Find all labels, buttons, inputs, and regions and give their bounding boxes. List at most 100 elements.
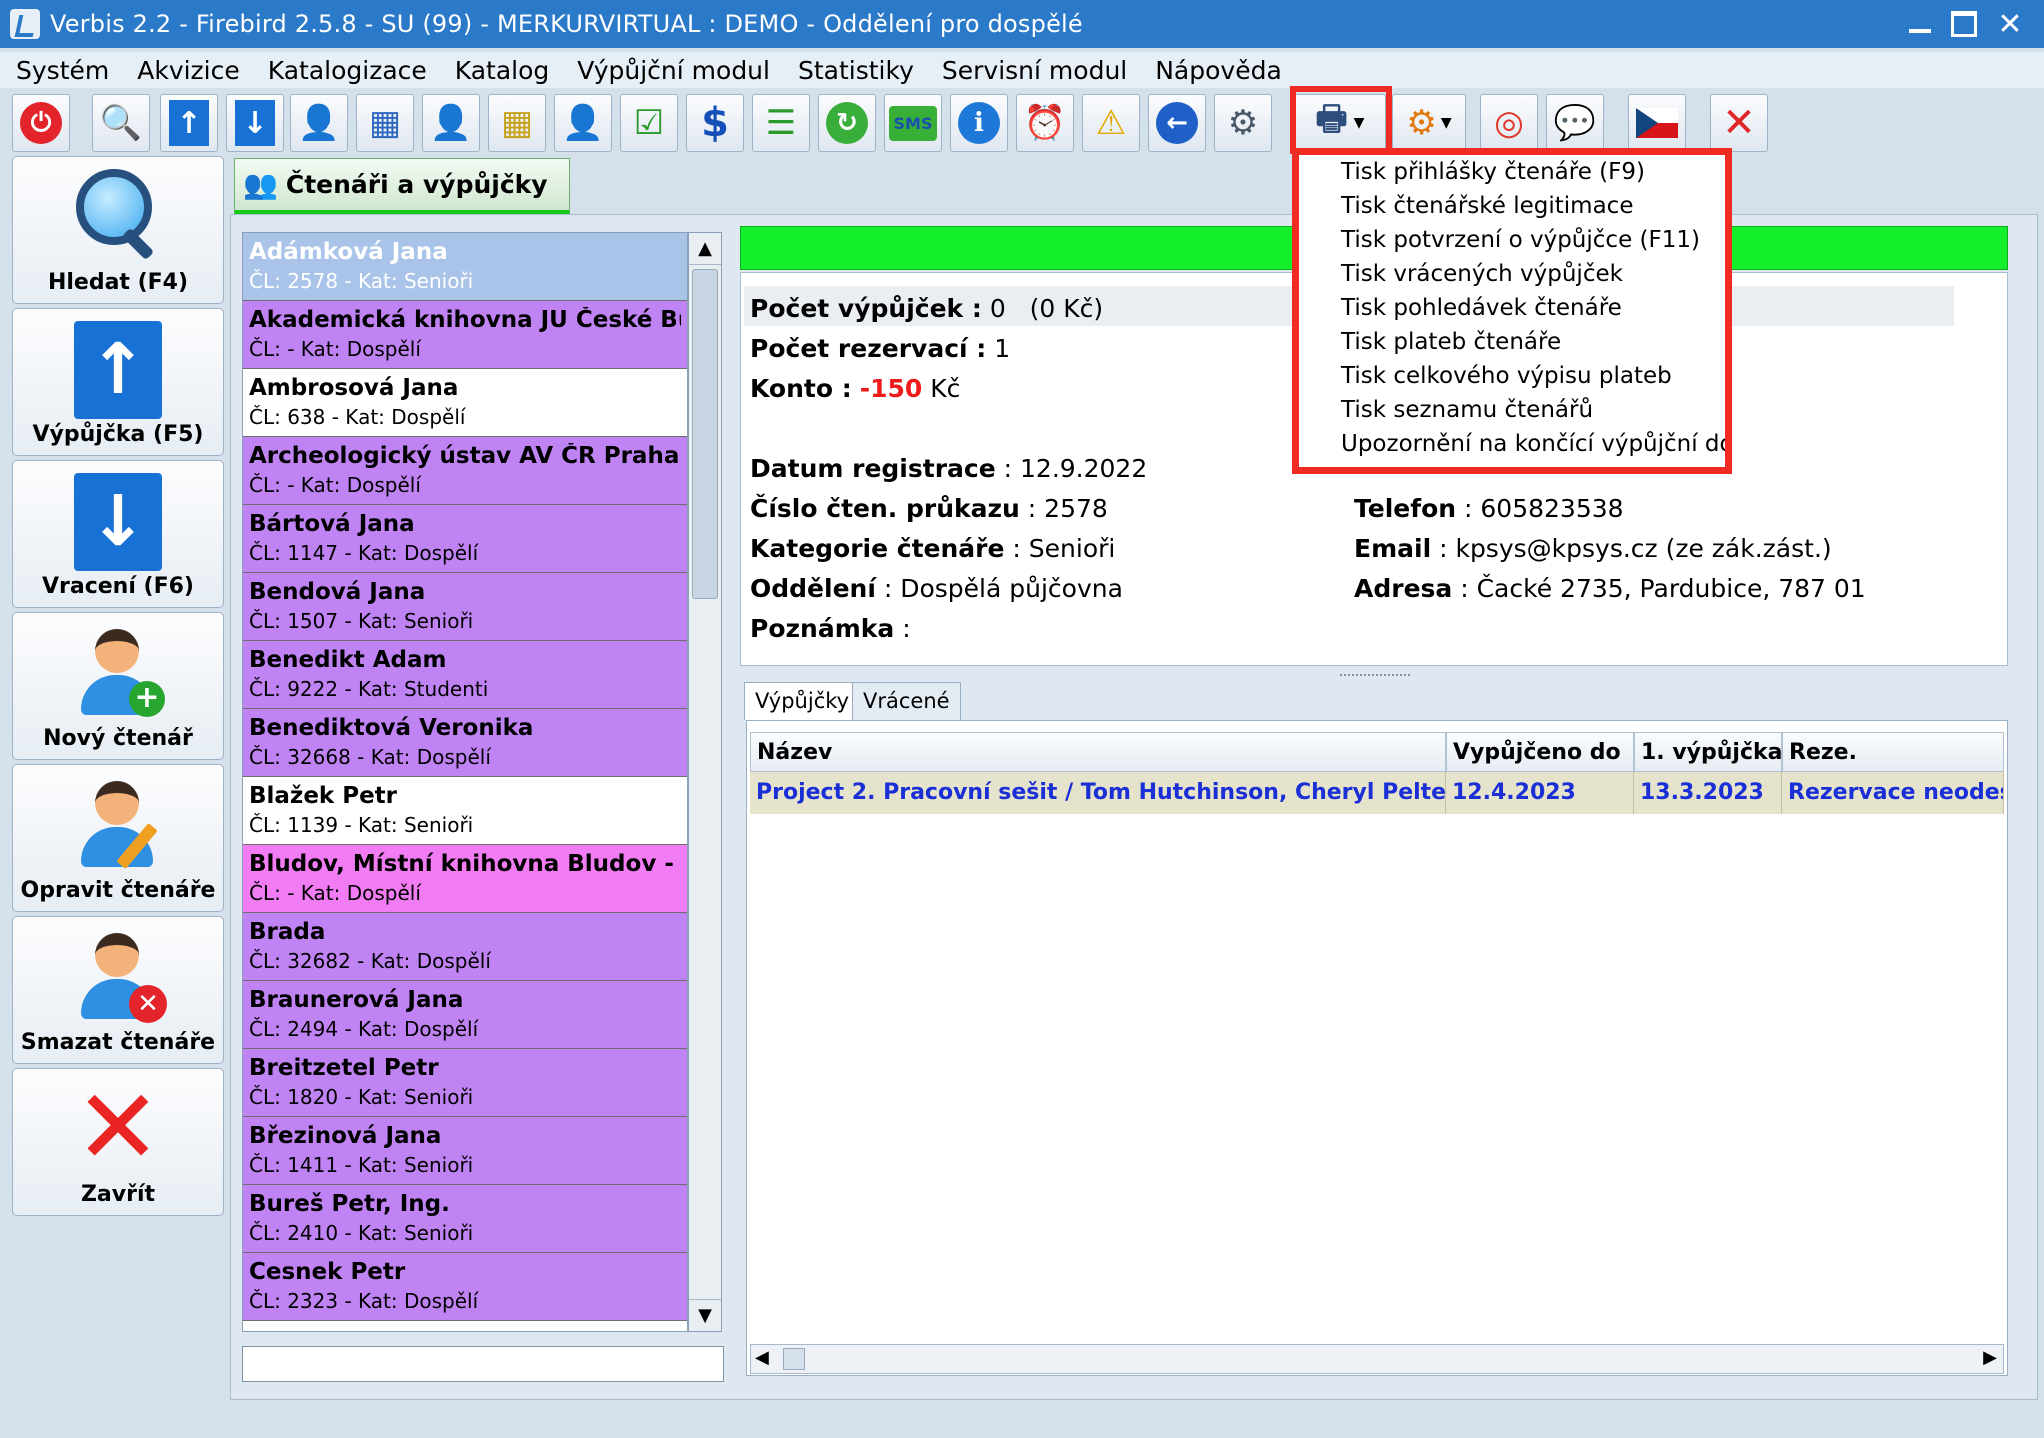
reader-list[interactable]: Adámková Jana ČL: 2578 - Kat: Senioři Akad… <box>242 232 688 1332</box>
print-menu-item[interactable]: Tisk přihlášky čtenáře (F9) <box>1299 155 1725 189</box>
nav-close-button[interactable]: ✕ Zavřít <box>12 1068 224 1216</box>
print-menu-item[interactable]: Tisk plateb čtenáře <box>1299 325 1725 359</box>
loans-horizontal-scrollbar[interactable]: ◀ ▶ <box>750 1344 2004 1374</box>
menu-help[interactable]: Nápověda <box>1141 56 1296 85</box>
nav-new-reader-button[interactable]: + Nový čtenář <box>12 612 224 760</box>
reader-list-item[interactable]: Benediktová Veronika ČL: 32668 - Kat: Dos… <box>243 709 687 777</box>
nav-edit-reader-button[interactable]: Opravit čtenáře <box>12 764 224 912</box>
reader-name: Benedikt Adam <box>249 647 447 673</box>
menu-statistics[interactable]: Statistiky <box>784 56 928 85</box>
reader-list-item[interactable]: Bártová Jana ČL: 1147 - Kat: Dospělí <box>243 505 687 573</box>
payment-button[interactable]: $ <box>686 94 744 152</box>
reader-list-item[interactable]: Benedikt Adam ČL: 9222 - Kat: Studenti <box>243 641 687 709</box>
address-label: Adresa <box>1354 574 1453 603</box>
column-first-loan[interactable]: 1. výpůjčka <box>1634 732 1782 772</box>
power-button[interactable]: ⏻ <box>12 94 70 152</box>
user-delete-icon: ✕ <box>73 929 167 1025</box>
scroll-left-icon[interactable]: ◀ <box>755 1347 769 1368</box>
reader-list-item[interactable]: Brada ČL: 32682 - Kat: Dospělí <box>243 913 687 981</box>
reader-list-item[interactable]: Adámková Jana ČL: 2578 - Kat: Senioři <box>243 233 687 301</box>
loan-title-cell[interactable]: Project 2. Pracovní sešit / Tom Hutchins… <box>750 772 1446 814</box>
messages-button[interactable]: 💬 <box>1546 94 1604 152</box>
info-button[interactable]: i <box>950 94 1008 152</box>
print-menu-item[interactable]: Tisk celkového výpisu plateb <box>1299 359 1725 393</box>
nav-delete-reader-label: Smazat čtenáře <box>20 1030 216 1055</box>
user-delete-icon: 👤 <box>561 103 605 143</box>
warning-button[interactable]: ⚠ <box>1082 94 1140 152</box>
nav-loan-button[interactable]: ↑ Výpůjčka (F5) <box>12 308 224 456</box>
reader-list-item[interactable]: Braunerová Jana ČL: 2494 - Kat: Dospělí <box>243 981 687 1049</box>
reader-list-scrollbar[interactable]: ▲ ▼ <box>688 232 722 1332</box>
menu-system[interactable]: Systém <box>0 56 123 85</box>
search-button[interactable]: 🔍 <box>92 94 150 152</box>
return-button[interactable]: ↓ <box>226 94 284 152</box>
splitter-handle[interactable] <box>1340 674 1410 676</box>
reader-detail: ČL: 638 - Kat: Dospělí <box>249 405 466 429</box>
menu-acquisition[interactable]: Akvizice <box>123 56 254 85</box>
hscroll-thumb[interactable] <box>783 1348 805 1370</box>
tab-readers-loans[interactable]: 👥 Čtenáři a výpůjčky <box>234 158 570 214</box>
alarm-button[interactable]: ⏰ <box>1016 94 1074 152</box>
reader-list-item[interactable]: Blažek Petr ČL: 1139 - Kat: Senioři <box>243 777 687 845</box>
language-button[interactable] <box>1628 94 1686 152</box>
reader-list-item[interactable]: Cesnek Petr ČL: 2323 - Kat: Dospělí <box>243 1253 687 1321</box>
close-app-button[interactable]: ✕ <box>1710 94 1768 152</box>
reader-list-item[interactable]: Bureš Petr, Ing. ČL: 2410 - Kat: Senioři <box>243 1185 687 1253</box>
refresh-button[interactable]: ↻ <box>818 94 876 152</box>
scroll-down-icon[interactable]: ▼ <box>689 1299 721 1331</box>
print-menu-item[interactable]: Tisk čtenářské legitimace <box>1299 189 1725 223</box>
print-menu-item[interactable]: Upozornění na končící výpůjční dobu <box>1299 427 1725 461</box>
scroll-up-icon[interactable]: ▲ <box>689 233 721 265</box>
back-button[interactable]: ← <box>1148 94 1206 152</box>
window-close-icon[interactable]: ✕ <box>1990 4 2030 44</box>
print-menu-item[interactable]: Tisk potvrzení o výpůjčce (F11) <box>1299 223 1725 257</box>
support-button[interactable]: ◎ <box>1480 94 1538 152</box>
column-reservation[interactable]: Reze. <box>1782 732 2004 772</box>
reader-list-item[interactable]: Ambrosová Jana ČL: 638 - Kat: Dospělí <box>243 369 687 437</box>
reader-list-item[interactable]: Akademická knihovna JU České Bud... ČL: -… <box>243 301 687 369</box>
loan-due-cell[interactable]: 12.4.2023 <box>1446 772 1634 814</box>
sms-button[interactable]: SMS <box>884 94 942 152</box>
loan-button[interactable]: ↑ <box>160 94 218 152</box>
reader-search-input[interactable] <box>242 1346 724 1382</box>
reader-detail: ČL: 2578 - Kat: Senioři <box>249 269 474 293</box>
add-item-button[interactable]: ▦ <box>356 94 414 152</box>
tab-loans[interactable]: Výpůjčky <box>744 682 861 720</box>
print-menu-item[interactable]: Tisk vrácených výpůjček <box>1299 257 1725 291</box>
nav-close-label: Zavřít <box>80 1182 156 1207</box>
scrollbar-thumb[interactable] <box>692 269 718 599</box>
reader-list-item[interactable]: Bendová Jana ČL: 1507 - Kat: Senioři <box>243 573 687 641</box>
checkbox-button[interactable]: ☑ <box>620 94 678 152</box>
maximize-icon[interactable] <box>1944 4 1984 44</box>
delete-reader-button[interactable]: 👤 <box>554 94 612 152</box>
column-title[interactable]: Název <box>750 732 1446 772</box>
menu-cataloguing[interactable]: Katalogizace <box>254 56 441 85</box>
reader-list-item[interactable]: Bludov, Místní knihovna Bludov - ČL: - Ka… <box>243 845 687 913</box>
sms-icon: SMS <box>888 105 938 141</box>
reader-list-item[interactable]: Archeologický ústav AV ČR Praha - ČL: - K… <box>243 437 687 505</box>
loan-reservation-cell[interactable]: Rezervace neodesl <box>1782 772 2004 814</box>
print-menu-item[interactable]: Tisk seznamu čtenářů <box>1299 393 1725 427</box>
menu-service-module[interactable]: Servisní modul <box>928 56 1141 85</box>
menu-loan-module[interactable]: Výpůjční modul <box>563 56 784 85</box>
list-check-button[interactable]: ▦ <box>488 94 546 152</box>
settings-button[interactable]: ⚙ <box>1214 94 1272 152</box>
new-reader-button[interactable]: 👤 <box>290 94 348 152</box>
reader-name: Bureš Petr, Ing. <box>249 1191 450 1217</box>
gear-icon: ⚙ <box>1227 103 1259 143</box>
scroll-right-icon[interactable]: ▶ <box>1983 1347 1997 1368</box>
tab-returned[interactable]: Vrácené <box>852 682 961 720</box>
print-menu-item[interactable]: Tisk pohledávek čtenáře <box>1299 291 1725 325</box>
edit-reader-button[interactable]: 👤 <box>422 94 480 152</box>
reader-list-item[interactable]: Březinová Jana ČL: 1411 - Kat: Senioři <box>243 1117 687 1185</box>
statement-button[interactable]: ☰ <box>752 94 810 152</box>
minimize-icon[interactable] <box>1900 4 1940 44</box>
menu-catalog[interactable]: Katalog <box>441 56 564 85</box>
reader-list-item[interactable]: Breitzetel Petr ČL: 1820 - Kat: Senioři <box>243 1049 687 1117</box>
loan-first-cell[interactable]: 13.3.2023 <box>1634 772 1782 814</box>
column-due-date[interactable]: Vypůjčeno do <box>1446 732 1634 772</box>
nav-delete-reader-button[interactable]: ✕ Smazat čtenáře <box>12 916 224 1064</box>
nav-return-button[interactable]: ↓ Vracení (F6) <box>12 460 224 608</box>
nav-search-button[interactable]: Hledat (F4) <box>12 156 224 304</box>
config-button[interactable]: ⚙ ▼ <box>1392 94 1466 152</box>
